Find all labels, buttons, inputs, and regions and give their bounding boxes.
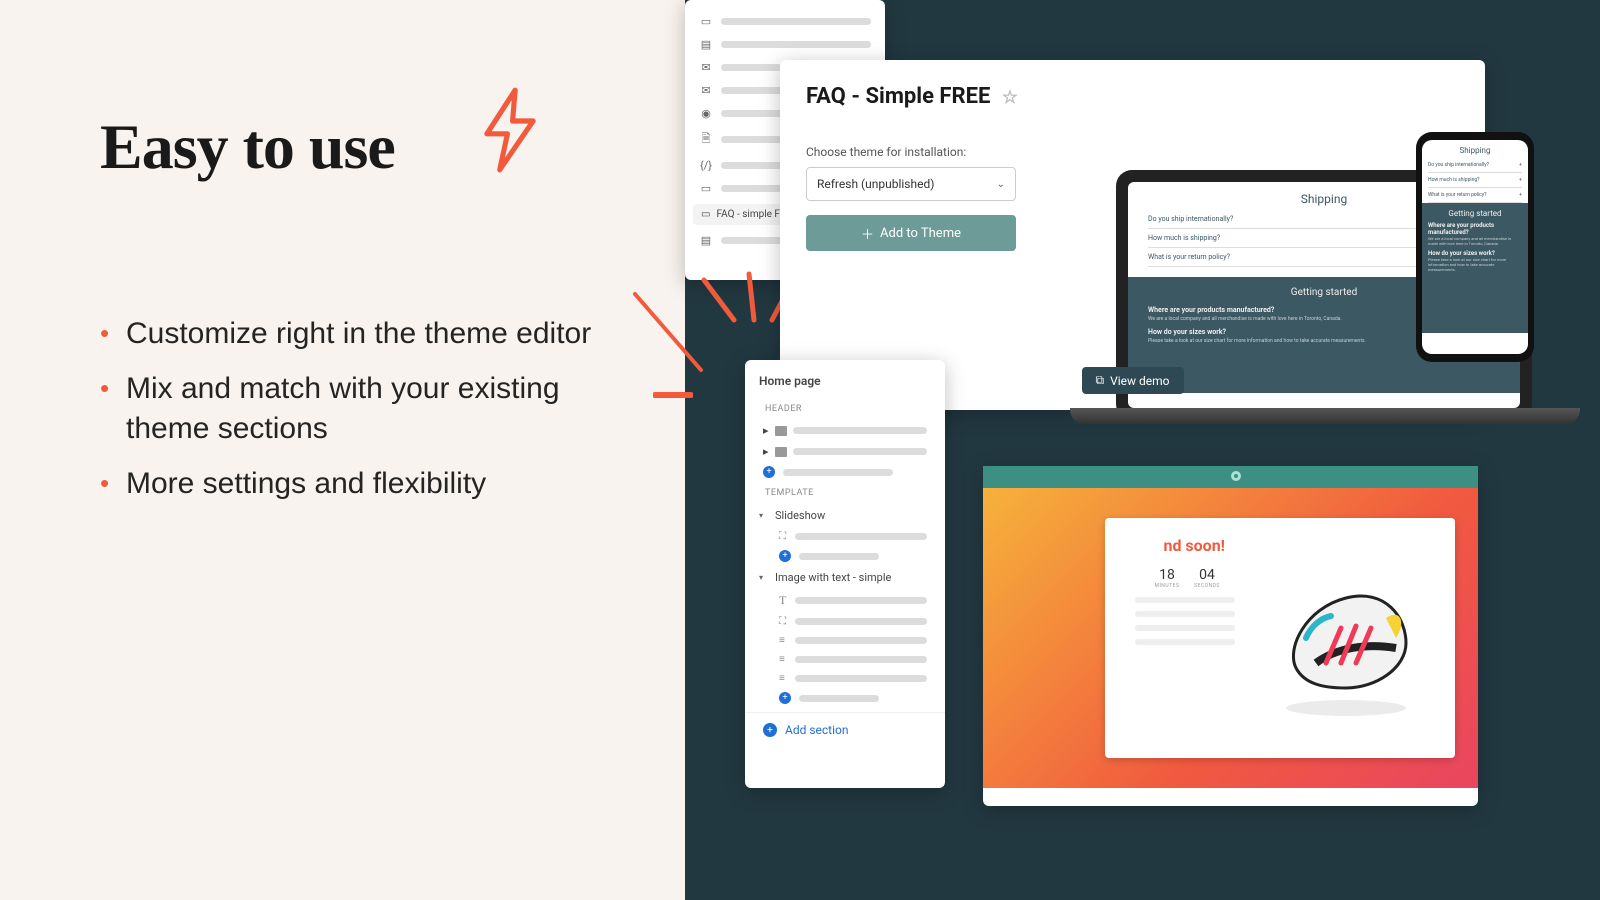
theme-select-value: Refresh (unpublished) bbox=[817, 177, 934, 191]
chevron-down-icon: ⌄ bbox=[997, 179, 1005, 190]
section-row[interactable]: ▸ bbox=[745, 441, 945, 462]
editor-title: Home page bbox=[745, 360, 945, 398]
add-to-theme-button[interactable]: ＋ Add to Theme bbox=[806, 215, 1016, 251]
install-title-text: FAQ - Simple FREE bbox=[806, 84, 990, 109]
countdown-tile: 18MINUTES bbox=[1149, 567, 1185, 589]
phone-faq-heading: Shipping bbox=[1422, 140, 1528, 158]
block-row[interactable]: ⛶ bbox=[745, 612, 945, 631]
choose-theme-label: Choose theme for installation: bbox=[806, 145, 1459, 159]
install-panel: FAQ - Simple FREE ☆ Choose theme for ins… bbox=[780, 60, 1485, 410]
faq-row[interactable]: How much is shipping?+ bbox=[1428, 173, 1522, 188]
right-column: FAQ - Simple FREE ☆ Choose theme for ins… bbox=[685, 0, 1600, 900]
countdown-tile: 04SECONDS bbox=[1189, 567, 1225, 589]
view-demo-label: View demo bbox=[1110, 374, 1169, 388]
add-block-row[interactable]: + bbox=[745, 462, 945, 482]
add-block-row[interactable]: + bbox=[745, 688, 945, 708]
bullet-list: Customize right in the theme editor Mix … bbox=[100, 314, 625, 504]
theme-select[interactable]: Refresh (unpublished) ⌄ bbox=[806, 167, 1016, 201]
lightning-icon bbox=[470, 85, 550, 175]
section-image-text[interactable]: ▾Image with text - simple bbox=[745, 566, 945, 589]
install-title: FAQ - Simple FREE ☆ bbox=[806, 84, 1459, 109]
block-row[interactable]: ≡ bbox=[745, 669, 945, 688]
phone-preview: Shipping Do you ship internationally?+ H… bbox=[1416, 132, 1534, 362]
add-section-button[interactable]: +Add section bbox=[745, 712, 945, 747]
block-row[interactable]: ⛶ bbox=[745, 527, 945, 546]
block-row[interactable]: ▤ bbox=[685, 33, 885, 56]
bullet-item: Customize right in the theme editor bbox=[100, 314, 625, 355]
demo-headline: nd soon! bbox=[1115, 536, 1225, 555]
faq-row[interactable]: What is your return policy?+ bbox=[1428, 188, 1522, 203]
product-image bbox=[1237, 518, 1455, 758]
demo-site-panel: nd soon! 18MINUTES 04SECONDS bbox=[983, 466, 1478, 806]
star-icon[interactable]: ☆ bbox=[1002, 87, 1018, 108]
external-link-icon: ⧉ bbox=[1096, 373, 1105, 388]
section-slideshow[interactable]: ▾Slideshow bbox=[745, 504, 945, 527]
plus-icon: ＋ bbox=[861, 224, 874, 243]
faq-row[interactable]: Do you ship internationally?+ bbox=[1428, 158, 1522, 173]
section-row[interactable]: ▸ bbox=[745, 420, 945, 441]
block-row[interactable]: ▭ bbox=[685, 10, 885, 33]
left-column: Easy to use Customize right in the theme… bbox=[0, 0, 685, 900]
template-group-label: TEMPLATE bbox=[745, 482, 945, 504]
spark-icon bbox=[694, 270, 784, 350]
bullet-item: Mix and match with your existing theme s… bbox=[100, 369, 625, 450]
block-row[interactable]: ≡ bbox=[745, 650, 945, 669]
theme-editor-panel: Home page HEADER ▸ ▸ + TEMPLATE ▾Slidesh… bbox=[745, 360, 945, 788]
laptop-base bbox=[1070, 408, 1580, 424]
view-demo-button[interactable]: ⧉ View demo bbox=[1082, 367, 1184, 394]
block-row[interactable]: T bbox=[745, 589, 945, 612]
bullet-item: More settings and flexibility bbox=[100, 464, 625, 505]
block-row[interactable]: ≡ bbox=[745, 631, 945, 650]
add-to-theme-label: Add to Theme bbox=[880, 226, 961, 241]
add-block-row[interactable]: + bbox=[745, 546, 945, 566]
header-group-label: HEADER bbox=[745, 398, 945, 420]
